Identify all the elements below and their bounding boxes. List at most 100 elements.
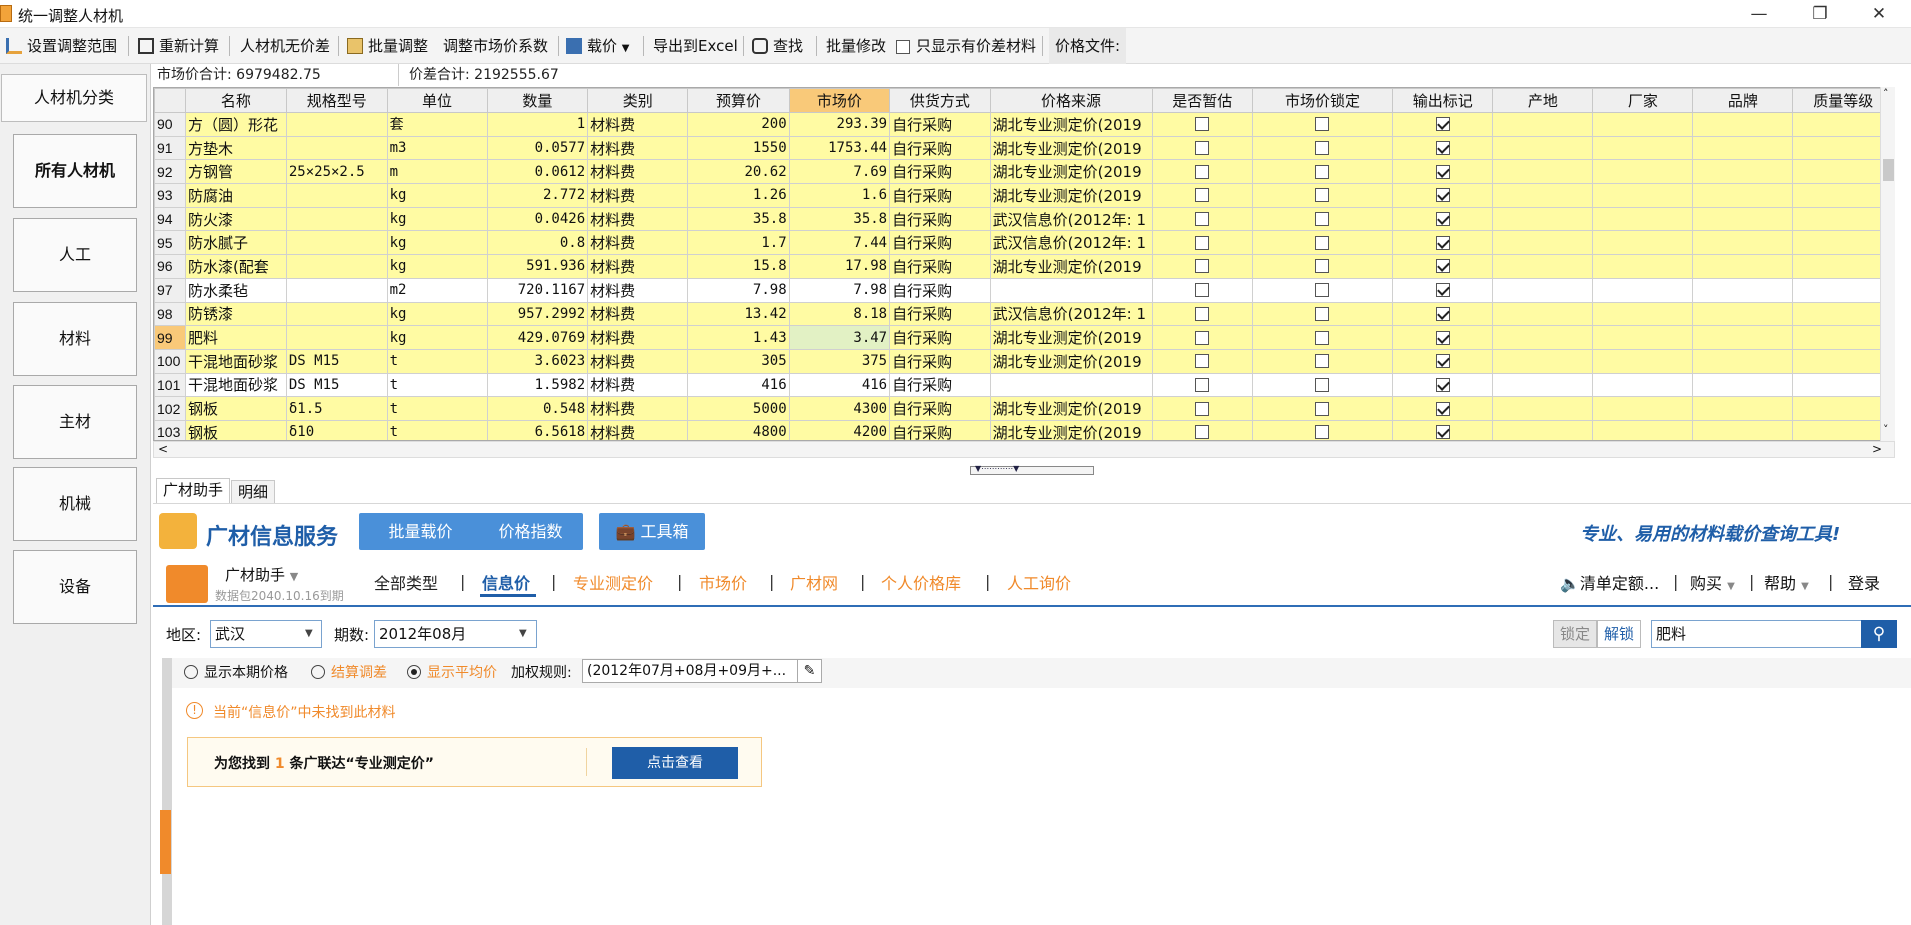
column-header[interactable]: 单位 (386, 88, 488, 113)
cell-unit[interactable]: kg (386, 183, 488, 208)
column-header[interactable]: 名称 (184, 88, 287, 113)
cell-market-price[interactable]: 293.39 (788, 112, 891, 137)
cell-name[interactable]: 防锈漆 (184, 301, 287, 327)
sidebar-item-equipment[interactable]: 设备 (13, 550, 137, 624)
price-lock-checkbox[interactable] (1315, 212, 1330, 227)
table-row[interactable]: 98 防锈漆 kg 957.2992 材料费 13.42 8.18 自行采购 武汉信息价(201… (154, 301, 1894, 327)
cell-quality-grade[interactable] (1792, 206, 1894, 232)
cell-price-source[interactable]: 湖北专业测定价(2019 (989, 159, 1153, 185)
price-lock-checkbox[interactable] (1315, 164, 1330, 179)
cell-quality-grade[interactable] (1792, 372, 1894, 398)
cell-budget-price[interactable]: 1.26 (687, 183, 790, 208)
cell-qty[interactable]: 957.2992 (486, 301, 589, 327)
cell-spec[interactable] (285, 254, 388, 279)
price-lock-checkbox[interactable] (1315, 188, 1330, 203)
cell-price-source[interactable]: 湖北专业测定价(2019 (989, 396, 1153, 421)
sidebar-item-machine[interactable]: 机械 (13, 467, 137, 541)
cell-brand[interactable] (1692, 301, 1794, 327)
cell-manufacturer[interactable] (1592, 419, 1694, 440)
cell-name[interactable]: 防水腻子 (184, 230, 287, 256)
cell-quality-grade[interactable] (1792, 348, 1894, 374)
cell-spec[interactable] (285, 183, 388, 208)
cell-qty[interactable]: 720.1167 (486, 277, 589, 303)
cell-qty[interactable]: 0.0426 (486, 206, 589, 232)
column-header[interactable]: 供货方式 (889, 88, 991, 113)
cell-supply-method[interactable]: 自行采购 (889, 277, 991, 303)
row-number[interactable]: 102 (154, 396, 186, 421)
cell-market-price[interactable]: 1753.44 (788, 135, 891, 161)
cell-budget-price[interactable]: 4800 (687, 419, 790, 440)
cell-price-source[interactable]: 武汉信息价(2012年: 1 (989, 206, 1153, 232)
sidebar-item-all[interactable]: 所有人材机 (13, 134, 137, 208)
cell-manufacturer[interactable] (1592, 159, 1694, 185)
cell-quality-grade[interactable] (1792, 301, 1894, 327)
cell-brand[interactable] (1692, 277, 1794, 303)
cell-price-source[interactable]: 武汉信息价(2012年: 1 (989, 230, 1153, 256)
cell-budget-price[interactable]: 15.8 (687, 254, 790, 279)
nav-all-types[interactable]: 全部类型 (374, 570, 438, 594)
cell-quality-grade[interactable] (1792, 230, 1894, 256)
table-row[interactable]: 103 钢板 δ10 t 6.5618 材料费 4800 4200 自行采购 湖北专业测定价(20… (154, 419, 1894, 440)
cell-name[interactable]: 防水柔毡 (184, 277, 287, 303)
cell-unit[interactable]: t (386, 419, 488, 440)
cell-price-source[interactable]: 湖北专业测定价(2019 (989, 112, 1153, 137)
estimate-checkbox[interactable] (1195, 354, 1210, 369)
cell-supply-method[interactable]: 自行采购 (889, 372, 991, 398)
price-lock-checkbox[interactable] (1315, 377, 1330, 392)
cell-unit[interactable]: m (386, 159, 488, 185)
table-row[interactable]: 99 肥料 kg 429.0769 材料费 1.43 3.47 自行采购 湖北专业测定价(201… (154, 325, 1894, 350)
tab-detail[interactable]: 明细 (231, 480, 276, 505)
cell-category[interactable]: 材料费 (587, 159, 689, 185)
vertical-scrollbar[interactable]: ˄ ˅ (1880, 87, 1895, 441)
cell-market-price[interactable]: 1.6 (788, 183, 891, 208)
table-row[interactable]: 100 干混地面砂浆 DS M15 t 3.6023 材料费 305 375 自行采购 湖北专业测… (154, 348, 1894, 374)
cell-brand[interactable] (1692, 372, 1794, 398)
cell-qty[interactable]: 0.8 (486, 230, 589, 256)
cell-origin[interactable] (1492, 372, 1594, 398)
cell-budget-price[interactable]: 35.8 (687, 206, 790, 232)
cell-budget-price[interactable]: 13.42 (687, 301, 790, 327)
cell-manufacturer[interactable] (1592, 277, 1694, 303)
toolbox-button[interactable]: 💼 工具箱 (599, 513, 705, 550)
cell-qty[interactable]: 0.0612 (486, 159, 589, 185)
chevron-down-icon[interactable]: ˅ (1883, 423, 1889, 436)
price-lock-checkbox[interactable] (1315, 425, 1330, 440)
row-number[interactable]: 99 (154, 325, 186, 350)
cell-price-source[interactable]: 湖北专业测定价(2019 (989, 325, 1153, 350)
search-button[interactable]: ⚲ (1861, 620, 1897, 648)
estimate-checkbox[interactable] (1195, 117, 1210, 132)
cell-spec[interactable] (285, 230, 388, 256)
cell-category[interactable]: 材料费 (587, 419, 689, 440)
cell-manufacturer[interactable] (1592, 348, 1694, 374)
cell-price-source[interactable]: 武汉信息价(2012年: 1 (989, 301, 1153, 327)
estimate-checkbox[interactable] (1195, 401, 1210, 416)
output-mark-checkbox[interactable] (1435, 259, 1450, 274)
cell-unit[interactable]: t (386, 396, 488, 421)
lock-button[interactable]: 锁定 (1553, 620, 1597, 648)
estimate-checkbox[interactable] (1195, 425, 1210, 440)
recalc-button[interactable]: 重新计算 (138, 28, 219, 64)
cell-supply-method[interactable]: 自行采购 (889, 254, 991, 279)
help-dropdown[interactable]: 帮助 ▼ (1764, 570, 1809, 594)
row-number[interactable]: 95 (154, 230, 186, 256)
cell-brand[interactable] (1692, 348, 1794, 374)
estimate-checkbox[interactable] (1195, 306, 1210, 321)
cell-quality-grade[interactable] (1792, 183, 1894, 208)
output-mark-checkbox[interactable] (1435, 377, 1450, 392)
cell-quality-grade[interactable] (1792, 396, 1894, 421)
export-excel-button[interactable]: 导出到Excel (653, 28, 738, 64)
cell-origin[interactable] (1492, 325, 1594, 350)
price-lock-checkbox[interactable] (1315, 330, 1330, 345)
column-header[interactable]: 厂家 (1592, 88, 1694, 113)
output-mark-checkbox[interactable] (1435, 141, 1450, 156)
cell-qty[interactable]: 0.548 (486, 396, 589, 421)
cell-supply-method[interactable]: 自行采购 (889, 112, 991, 137)
cell-budget-price[interactable]: 5000 (687, 396, 790, 421)
cell-brand[interactable] (1692, 112, 1794, 137)
cell-spec[interactable]: DS M15 (285, 348, 388, 374)
cell-price-source[interactable] (989, 277, 1153, 303)
cell-category[interactable]: 材料费 (587, 135, 689, 161)
cell-supply-method[interactable]: 自行采购 (889, 230, 991, 256)
sidebar-item-main-material[interactable]: 主材 (13, 385, 137, 459)
cell-spec[interactable]: 25×25×2.5 (285, 159, 388, 185)
